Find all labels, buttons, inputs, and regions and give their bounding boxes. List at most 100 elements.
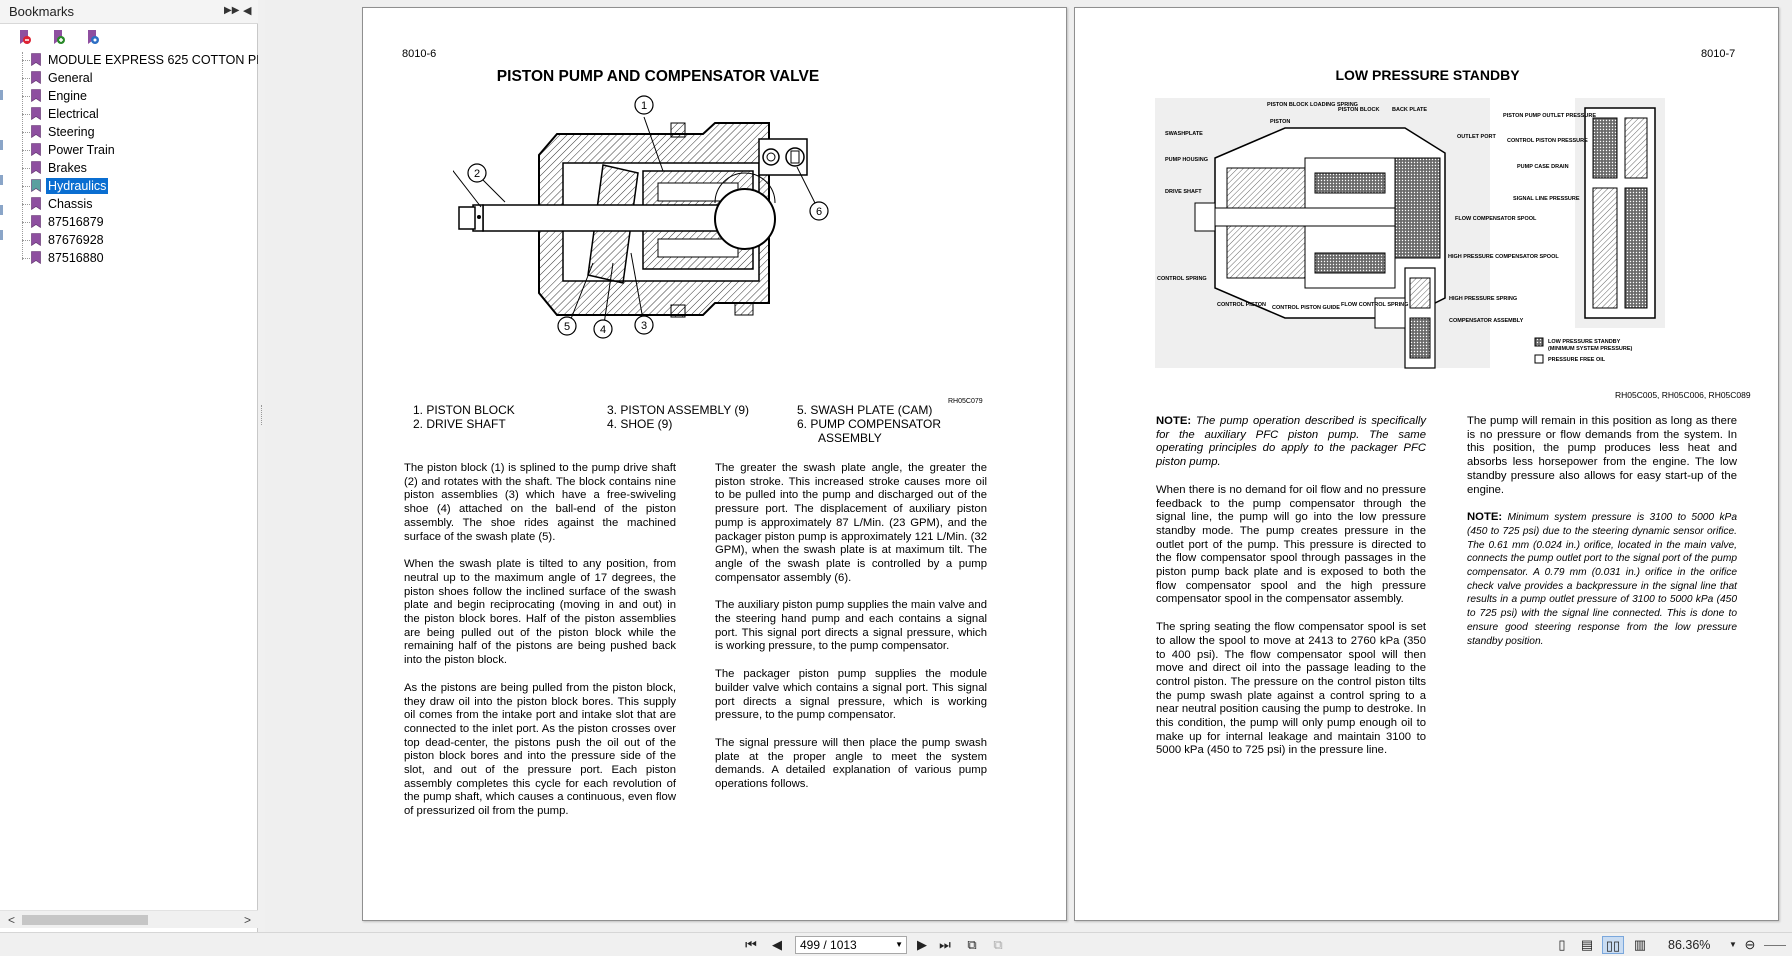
scroll-thumb[interactable]: [22, 915, 148, 925]
single-page-view-icon[interactable]: ▯: [1553, 936, 1571, 954]
bookmark-item[interactable]: 87676928: [22, 231, 258, 249]
previous-view-icon[interactable]: ⧉: [962, 936, 982, 954]
note-text: The pump operation described is specific…: [1156, 415, 1426, 469]
bookmark-label: Brakes: [48, 161, 87, 175]
bookmark-icon: [31, 89, 41, 102]
bookmark-item[interactable]: Chassis: [22, 195, 258, 213]
label-outlet-port: OUTLET PORT: [1457, 134, 1496, 140]
tree-connector: [22, 132, 30, 133]
note-paragraph: NOTE: Minimum system pressure is 3100 to…: [1467, 511, 1737, 648]
paragraph: The piston block (1) is splined to the p…: [404, 462, 676, 543]
label-compensator-assembly: COMPENSATOR ASSEMBLY: [1449, 318, 1524, 324]
edge-marker: [0, 205, 3, 215]
text-column-1: The piston block (1) is splined to the p…: [404, 462, 676, 833]
horizontal-scrollbar[interactable]: < >: [0, 910, 258, 928]
legend-low-pressure-standby: LOW PRESSURE STANDBY: [1548, 339, 1621, 345]
bookmark-item[interactable]: Power Train: [22, 141, 258, 159]
bookmark-item[interactable]: General: [22, 69, 258, 87]
facing-pages-view-icon[interactable]: ▯▯: [1602, 936, 1624, 954]
bookmark-icon: [31, 71, 41, 84]
tree-connector: [22, 240, 30, 241]
page-number-value: 499 / 1013: [800, 938, 857, 952]
page-title: PISTON PUMP AND COMPENSATOR VALVE: [496, 68, 820, 85]
bookmark-label: Hydraulics: [46, 178, 109, 194]
label-flow-control-spring: FLOW CONTROL SPRING: [1341, 302, 1408, 308]
paragraph: The packager piston pump supplies the mo…: [715, 668, 987, 722]
bookmark-label: MODULE EXPRESS 625 COTTON PICKER: [48, 53, 258, 67]
continuous-facing-view-icon[interactable]: ▥: [1630, 936, 1650, 954]
collapse-panel-icon[interactable]: ◀: [243, 4, 251, 17]
bookmark-label: 87676928: [48, 233, 104, 247]
scroll-right-icon[interactable]: >: [244, 913, 251, 927]
tree-connector: [22, 78, 30, 79]
chevron-down-icon[interactable]: ▼: [895, 937, 903, 953]
document-view[interactable]: 8010-6 PISTON PUMP AND COMPENSATOR VALVE: [265, 0, 1792, 932]
note-text: Minimum system pressure is 3100 to 5000 …: [1467, 512, 1738, 647]
bookmarks-toolbar: [0, 24, 258, 50]
zoom-out-icon[interactable]: ⊖: [1742, 936, 1758, 954]
bookmark-label: 87516880: [48, 251, 104, 265]
edge-marker: [0, 140, 3, 150]
legend-swatch-free-oil: [1534, 354, 1544, 364]
bookmarks-tree: MODULE EXPRESS 625 COTTON PICKER General E…: [0, 50, 258, 908]
bookmark-item[interactable]: 87516879: [22, 213, 258, 231]
tree-connector: [22, 258, 30, 259]
legend-item: 5. SWASH PLATE (CAM): [797, 403, 933, 417]
expand-panel-icon[interactable]: ▶▶: [224, 5, 239, 16]
zoom-dropdown-icon[interactable]: ▼: [1727, 936, 1739, 954]
bookmarks-panel: Bookmarks ▶▶ ◀ MODULE EXPRESS 625 COTTON…: [0, 0, 258, 932]
tree-connector: [22, 222, 30, 223]
next-view-icon[interactable]: ⧉: [988, 936, 1008, 954]
label-piston: PISTON: [1270, 119, 1290, 125]
first-page-icon[interactable]: ⏮: [742, 936, 760, 954]
bookmark-item[interactable]: Electrical: [22, 105, 258, 123]
tree-connector: [22, 96, 30, 97]
continuous-view-icon[interactable]: ▤: [1578, 936, 1596, 954]
edge-marker: [0, 175, 3, 185]
bookmark-item[interactable]: Steering: [22, 123, 258, 141]
label-pump-case-drain: PUMP CASE DRAIN: [1517, 164, 1569, 170]
bookmark-label: Power Train: [48, 143, 115, 157]
bookmark-item[interactable]: Hydraulics: [22, 177, 258, 195]
label-drive-shaft: DRIVE SHAFT: [1165, 189, 1202, 195]
bookmark-item[interactable]: MODULE EXPRESS 625 COTTON PICKER: [22, 51, 258, 69]
tree-connector: [22, 60, 30, 61]
label-back-plate: BACK PLATE: [1392, 107, 1427, 113]
bookmark-add-icon[interactable]: [50, 29, 66, 45]
label-control-piston-guide: CONTROL PISTON GUIDE: [1272, 305, 1340, 311]
note-paragraph: NOTE: The pump operation described is sp…: [1156, 415, 1426, 470]
paragraph: The signal pressure will then place the …: [715, 736, 987, 791]
bookmark-icon: [31, 143, 41, 156]
callout-6: 6: [816, 206, 822, 218]
bookmark-properties-icon[interactable]: [84, 29, 100, 45]
legend-low-pressure-sub: (MINIMUM SYSTEM PRESSURE): [1548, 346, 1633, 352]
bookmark-item[interactable]: Brakes: [22, 159, 258, 177]
splitter-grip[interactable]: [261, 405, 263, 425]
label-swashplate: SWASHPLATE: [1165, 131, 1203, 137]
prev-page-icon[interactable]: ◀: [768, 936, 786, 954]
page-8010-7: 8010-7 LOW PRESSURE STANDBY PISTON BLOCK…: [1074, 7, 1779, 921]
zoom-slider[interactable]: [1764, 945, 1786, 946]
status-bar: ⏮ ◀ 499 / 1013 ▼ ▶ ⏭ ⧉ ⧉ ▯ ▤ ▯▯ ▥ 86.36%…: [0, 932, 1792, 956]
bookmark-icon: [31, 215, 41, 228]
text-column-1: NOTE: The pump operation described is sp…: [1156, 415, 1426, 772]
next-page-icon[interactable]: ▶: [913, 936, 931, 954]
page-number-input[interactable]: 499 / 1013 ▼: [795, 936, 907, 954]
bookmark-item[interactable]: 87516880: [22, 249, 258, 267]
legend-swatch-low-pressure: [1534, 337, 1544, 347]
callout-4: 4: [600, 324, 606, 336]
legend-item: 1. PISTON BLOCK: [413, 403, 515, 417]
label-control-piston-pressure: CONTROL PISTON PRESSURE: [1507, 138, 1588, 144]
paragraph: The auxiliary piston pump supplies the m…: [715, 599, 987, 653]
legend-pressure-free-oil: PRESSURE FREE OIL: [1548, 357, 1606, 363]
scroll-left-icon[interactable]: <: [8, 913, 15, 927]
bookmark-delete-icon[interactable]: [16, 29, 32, 45]
bookmark-icon: [31, 233, 41, 246]
note-label: NOTE:: [1156, 415, 1192, 427]
label-pump-housing: PUMP HOUSING: [1165, 157, 1208, 163]
legend-item: ASSEMBLY: [818, 431, 882, 445]
tree-connector: [22, 168, 30, 169]
last-page-icon[interactable]: ⏭: [935, 936, 955, 954]
bookmark-item[interactable]: Engine: [22, 87, 258, 105]
paragraph: The pump will remain in this position as…: [1467, 415, 1737, 496]
